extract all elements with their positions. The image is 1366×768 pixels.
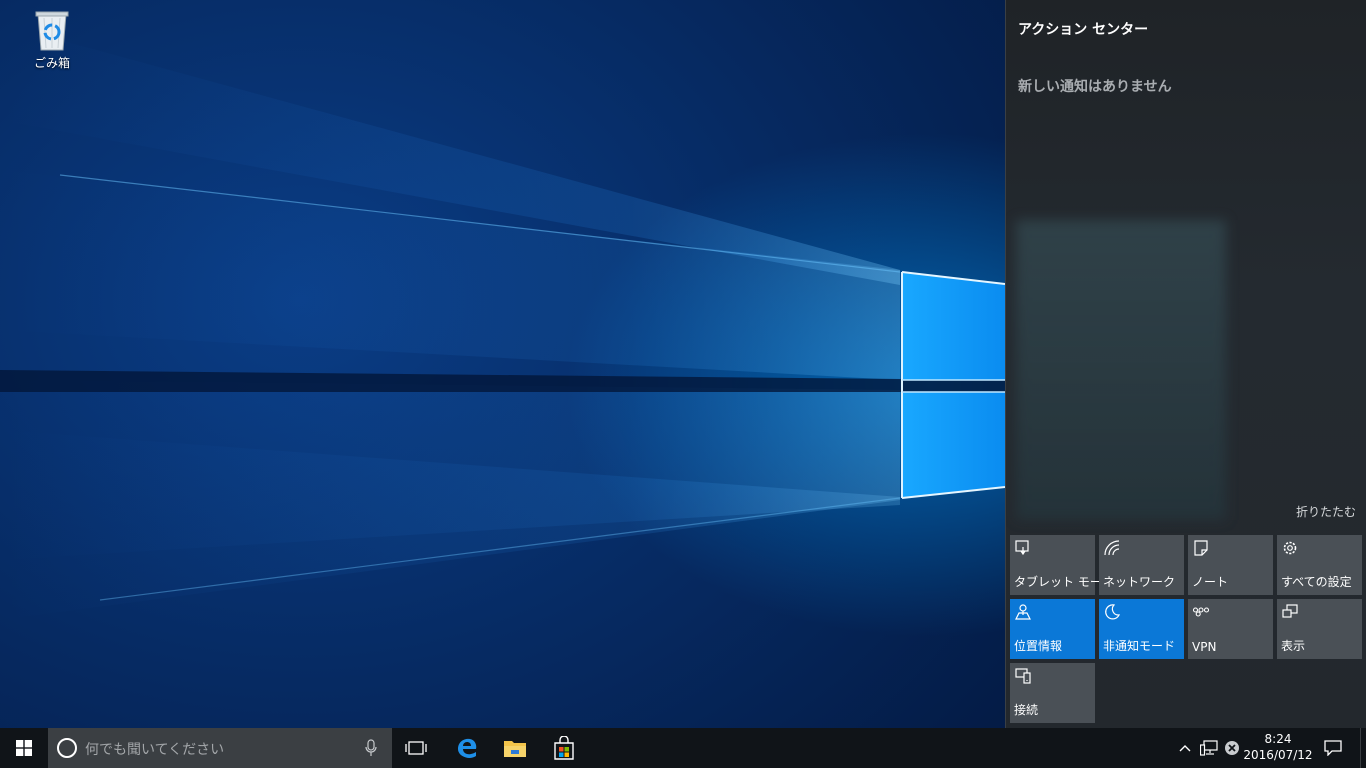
action-center-button[interactable] (1318, 728, 1348, 768)
recycle-bin-icon (35, 11, 69, 51)
task-view-button[interactable] (392, 728, 440, 768)
show-hidden-icons-button[interactable] (1176, 739, 1194, 757)
tile-label: 位置情報 (1014, 639, 1063, 653)
collapse-link[interactable]: 折りたたむ (1296, 503, 1356, 520)
chevron-up-icon (1179, 745, 1191, 752)
search-placeholder: 何でも聞いてください (85, 742, 225, 758)
quick-actions-grid: タブレット モード ネットワーク ノート すべての設定 位置情報 非通知モード … (1010, 535, 1362, 723)
tile-connect[interactable]: 接続 (1010, 663, 1095, 723)
task-view-icon (405, 741, 427, 755)
tile-label: VPN (1192, 640, 1217, 654)
no-notifications-message: 新しい通知はありません (1018, 79, 1172, 95)
cortana-search-box[interactable]: 何でも聞いてください (48, 728, 392, 768)
clock-time: 8:24 (1264, 732, 1292, 746)
clock-date: 2016/07/12 (1243, 748, 1313, 762)
network-status-button[interactable] (1200, 739, 1218, 757)
action-center-title: アクション センター (1018, 22, 1149, 38)
microphone-icon[interactable] (364, 739, 378, 757)
network-icon (1104, 540, 1120, 556)
action-center-backdrop (1016, 220, 1226, 520)
tile-tablet-mode[interactable]: タブレット モード (1010, 535, 1114, 595)
store-icon (554, 736, 574, 760)
note-icon (1194, 540, 1208, 556)
start-button[interactable] (0, 728, 48, 768)
volume-muted-icon (1225, 741, 1239, 755)
moon-icon (1105, 604, 1121, 620)
cortana-icon (57, 738, 77, 758)
tile-project[interactable]: 表示 (1277, 599, 1362, 659)
tile-label: 接続 (1014, 703, 1039, 717)
tile-label: 非通知モード (1103, 639, 1176, 653)
tile-label: ノート (1192, 575, 1229, 589)
tile-label: すべての設定 (1281, 575, 1352, 589)
tile-label: 表示 (1281, 639, 1306, 653)
vpn-icon (1192, 607, 1210, 617)
clock[interactable]: 8:24 2016/07/12 (1242, 731, 1314, 765)
tile-all-settings[interactable]: すべての設定 (1277, 535, 1362, 595)
taskbar: 何でも聞いてください 8:24 2016/07/12 (0, 728, 1366, 768)
tile-network[interactable]: ネットワーク (1099, 535, 1184, 595)
connect-icon (1015, 668, 1031, 684)
tile-location[interactable]: 位置情報 (1010, 599, 1095, 659)
tile-note[interactable]: ノート (1188, 535, 1273, 595)
file-explorer-button[interactable] (491, 728, 539, 768)
desktop-icon-recycle-bin[interactable]: ごみ箱 (22, 6, 82, 76)
volume-button[interactable] (1223, 739, 1241, 757)
edge-button[interactable] (443, 728, 491, 768)
windows-logo-icon (16, 740, 32, 756)
notification-icon (1324, 740, 1342, 756)
tile-vpn[interactable]: VPN (1188, 599, 1273, 659)
tile-quiet-hours[interactable]: 非通知モード (1099, 599, 1184, 659)
network-icon (1200, 740, 1218, 756)
tablet-mode-icon (1015, 540, 1029, 556)
show-desktop-button[interactable] (1360, 728, 1366, 768)
gear-icon (1283, 541, 1297, 555)
project-icon (1282, 604, 1298, 618)
store-button[interactable] (540, 728, 588, 768)
tile-label: ネットワーク (1103, 575, 1176, 589)
file-explorer-icon (504, 741, 526, 757)
edge-icon (458, 738, 477, 758)
action-center-panel: アクション センター 新しい通知はありません 折りたたむ タブレット モード ネ… (1005, 0, 1366, 728)
desktop-icon-label: ごみ箱 (33, 56, 70, 70)
location-icon (1015, 604, 1031, 620)
